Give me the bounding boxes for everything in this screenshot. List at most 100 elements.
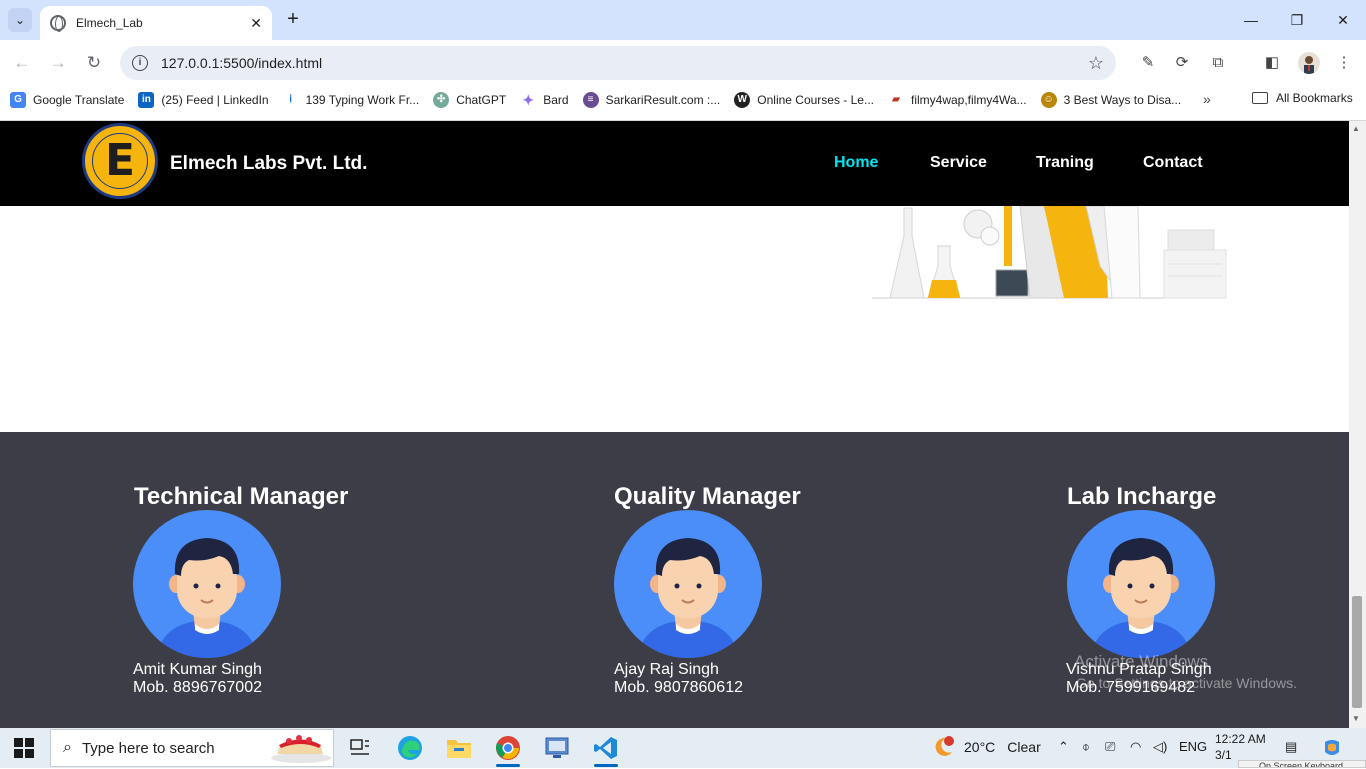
logo-letter: E (92, 133, 148, 189)
bookmark-linkedin[interactable]: in (25) Feed | LinkedIn (138, 92, 269, 108)
weather-moon-icon (932, 736, 954, 758)
role-lab-incharge: Lab Incharge (1067, 483, 1217, 510)
bookmark-filmy[interactable]: ▰ filmy4wap,filmy4Wa... (888, 92, 1027, 108)
bookmark-sarkari[interactable]: ≡ SarkariResult.com :... (582, 92, 721, 108)
tray-language[interactable]: ENG (1179, 739, 1207, 754)
activate-windows-subtext: Go to Settings to activate Windows. (1076, 675, 1297, 691)
strawberry-cake-icon (263, 732, 333, 764)
google-translate-icon: G (10, 92, 26, 108)
sarkari-icon: ≡ (582, 92, 599, 108)
nav-contact[interactable]: Contact (1143, 154, 1203, 172)
remote-desktop-icon[interactable] (539, 732, 575, 764)
all-bookmarks-label: All Bookmarks (1276, 91, 1353, 105)
typing-icon: ⅰ (289, 94, 292, 105)
side-panel-icon[interactable]: ◧ (1261, 52, 1283, 74)
windows-start-icon[interactable] (14, 738, 34, 758)
bookmark-online-courses[interactable]: W Online Courses - Le... (734, 92, 874, 108)
courses-icon: W (734, 92, 751, 108)
elmech-logo[interactable]: E (82, 123, 158, 199)
lab-scientist-illustration (872, 206, 1227, 299)
tab-search-button[interactable]: ⌄ (8, 8, 32, 32)
taskbar-search-box[interactable]: ⌕ Type here to search (50, 729, 334, 767)
person-mobile: Mob. 8896767002 (133, 679, 262, 696)
bookmark-bard[interactable]: ✦ Bard (520, 92, 568, 108)
activate-windows-watermark: Activate Windows (1074, 652, 1209, 671)
scroll-up-arrow-icon[interactable]: ▲ (1352, 124, 1360, 133)
weather-widget[interactable]: 20°C Clear (932, 736, 1041, 758)
bookmark-label: Bard (543, 93, 569, 107)
minimize-button[interactable]: — (1231, 8, 1271, 32)
scroll-down-arrow-icon[interactable]: ▼ (1352, 714, 1360, 723)
bookmark-label: 3 Best Ways to Disa... (1063, 93, 1182, 107)
bookmark-label: filmy4wap,filmy4Wa... (910, 93, 1027, 107)
file-explorer-icon[interactable] (441, 732, 477, 764)
address-bar[interactable]: i 127.0.0.1:5500/index.html ☆ (120, 46, 1116, 80)
search-placeholder: Type here to search (81, 739, 215, 757)
new-tab-button[interactable]: + (282, 8, 304, 30)
on-screen-keyboard-toast[interactable]: On Screen Keyboard (1238, 760, 1366, 768)
tray-usb-icon[interactable]: ⌽ (1082, 739, 1090, 755)
weather-temperature: 20°C (964, 739, 996, 755)
folder-icon (1252, 92, 1268, 104)
profile-avatar[interactable] (1298, 52, 1320, 74)
bard-icon: ✦ (522, 92, 535, 108)
bookmark-google-translate[interactable]: G Google Translate (10, 92, 124, 108)
tab-title: Elmech_Lab (76, 16, 143, 30)
menu-kebab-icon[interactable]: ⋮ (1333, 52, 1355, 74)
scrollbar-thumb[interactable] (1352, 596, 1362, 708)
tray-display-icon[interactable]: ⎚ (1105, 739, 1115, 755)
person-mobile: Mob. 9807860612 (614, 679, 743, 696)
eyedropper-extension-icon[interactable]: ✎ (1137, 52, 1159, 74)
tray-chevron-up-icon[interactable]: ⌃ (1058, 739, 1069, 755)
bookmark-chatgpt[interactable]: ✣ ChatGPT (433, 92, 506, 108)
bookmark-star-icon[interactable]: ☆ (1088, 53, 1104, 74)
bookmark-label: SarkariResult.com :... (605, 93, 721, 107)
reload-button[interactable]: ↻ (82, 51, 106, 75)
bookmark-label: ChatGPT (456, 93, 507, 107)
nav-service[interactable]: Service (930, 154, 987, 172)
chatgpt-icon: ✣ (433, 92, 450, 108)
tray-wifi-icon[interactable]: ◠ (1130, 739, 1141, 755)
weather-description: Clear (1007, 739, 1041, 755)
extensions-icon[interactable]: ⧉ (1207, 52, 1229, 74)
bookmark-label: 139 Typing Work Fr... (305, 93, 420, 107)
globe-icon (50, 15, 66, 32)
bookmark-typing-work[interactable]: ⅰ 139 Typing Work Fr... (283, 92, 420, 108)
tab-close-icon[interactable]: ✕ (250, 15, 262, 32)
edge-icon[interactable] (392, 732, 428, 764)
person-name: Ajay Raj Singh (614, 661, 719, 678)
avatar (133, 510, 281, 658)
bookmark-label: Online Courses - Le... (757, 93, 874, 107)
site-navbar: E Elmech Labs Pvt. Ltd. Home Service Tra… (0, 121, 1349, 206)
nav-home[interactable]: Home (834, 154, 878, 172)
vscode-icon[interactable] (588, 732, 624, 767)
clock-time: 12:22 AM (1215, 732, 1266, 746)
notifications-icon[interactable]: ▤ (1285, 739, 1297, 755)
copilot-icon[interactable] (1322, 738, 1342, 758)
browser-tab[interactable]: Elmech_Lab ✕ (40, 6, 272, 40)
nav-training[interactable]: Traning (1036, 154, 1094, 172)
site-info-icon[interactable]: i (132, 55, 148, 71)
url-text[interactable]: 127.0.0.1:5500/index.html (161, 55, 1088, 71)
bookmarks-overflow-button[interactable]: » (1203, 91, 1211, 107)
bookmark-label: Google Translate (33, 93, 125, 107)
taskbar-clock[interactable]: 12:22 AM 3/1 (1215, 731, 1266, 763)
avatar (614, 510, 762, 658)
page-viewport: E Elmech Labs Pvt. Ltd. Home Service Tra… (0, 121, 1349, 728)
all-bookmarks-button[interactable]: All Bookmarks (1252, 91, 1353, 105)
restore-button[interactable]: ❐ (1277, 8, 1317, 32)
chrome-icon[interactable] (490, 732, 526, 767)
bookmarks-bar: G Google Translate in (25) Feed | LinkedIn… (0, 86, 1366, 114)
bookmark-label: (25) Feed | LinkedIn (161, 93, 269, 107)
tray-volume-icon[interactable]: ◁) (1153, 739, 1167, 755)
filmy-icon: ▰ (892, 94, 900, 105)
forward-button[interactable]: → (46, 51, 70, 75)
linkedin-icon: in (138, 92, 155, 108)
bookmark-best-ways[interactable]: ☺ 3 Best Ways to Disa... (1040, 92, 1182, 108)
sync-extension-icon[interactable]: ⟳ (1171, 52, 1193, 74)
avatar (1067, 510, 1215, 658)
close-window-button[interactable]: ✕ (1323, 8, 1363, 32)
task-view-icon[interactable] (342, 732, 378, 764)
role-technical-manager: Technical Manager (134, 483, 349, 510)
back-button[interactable]: ← (10, 51, 34, 75)
